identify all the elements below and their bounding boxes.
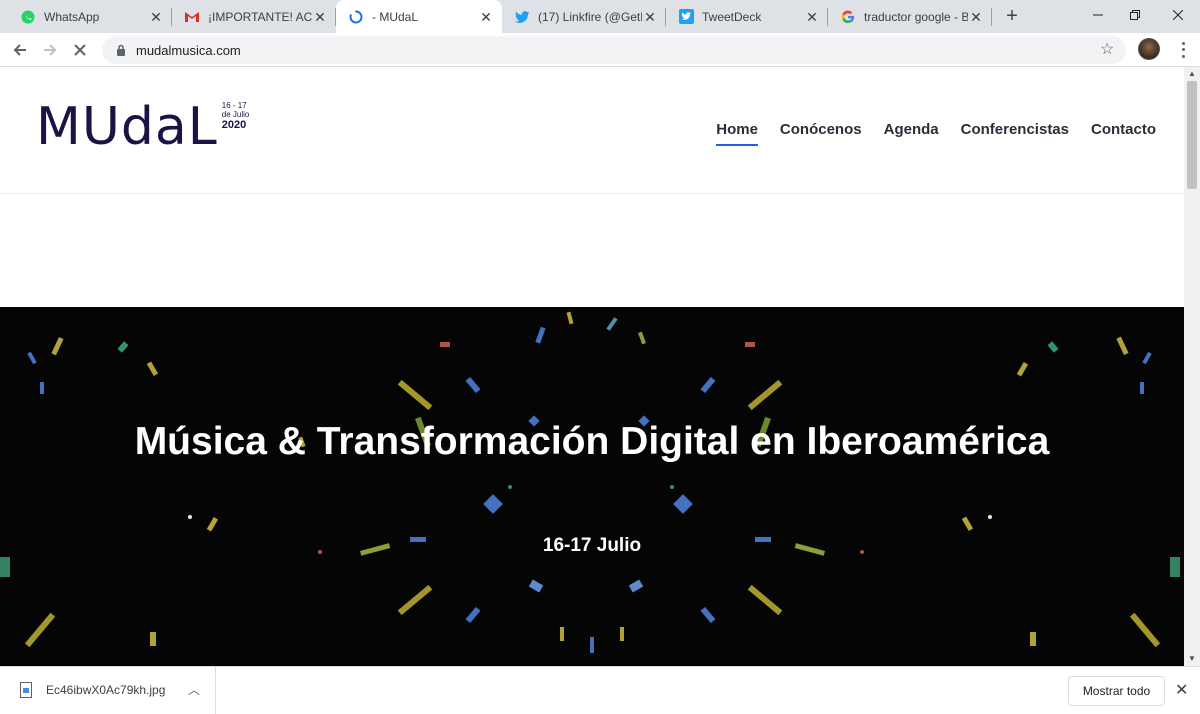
hero-date: 16-17 Julio <box>542 535 642 556</box>
logo-dates: 16 - 17 de Julio 2020 <box>222 101 250 131</box>
tab-strip: WhatsApp ✕ ¡IMPORTANTE! ACCE ✕ - MUdaL ✕… <box>0 0 1200 33</box>
back-arrow-icon <box>13 44 26 56</box>
tab-title: ¡IMPORTANTE! ACCE <box>208 9 312 24</box>
twitter-icon <box>514 9 530 25</box>
nav-conocenos[interactable]: Conócenos <box>780 121 862 146</box>
whatsapp-icon <box>20 9 36 25</box>
page-viewport: MUdaL 16 - 17 de Julio 2020 Home Conócen… <box>0 67 1184 666</box>
profile-avatar[interactable] <box>1138 38 1160 60</box>
url-text: mudalmusica.com <box>136 42 241 58</box>
forward-button[interactable] <box>38 38 62 62</box>
show-all-downloads-button[interactable]: Mostrar todo <box>1068 676 1165 706</box>
close-tab-icon[interactable]: ✕ <box>148 9 164 25</box>
download-item[interactable]: Ec46ibwX0Ac79kh.jpg ︿ <box>0 667 216 714</box>
main-nav: Home Conócenos Agenda Conferencistas Con… <box>716 121 1156 146</box>
download-bar: Ec46ibwX0Ac79kh.jpg ︿ Mostrar todo ✕ <box>0 666 1200 714</box>
address-bar[interactable]: mudalmusica.com ☆ <box>102 36 1126 64</box>
close-tab-icon[interactable]: ✕ <box>478 9 494 25</box>
tab-gmail[interactable]: ¡IMPORTANTE! ACCE ✕ <box>172 0 336 33</box>
tab-title: traductor google - B <box>864 9 968 24</box>
close-icon <box>1172 10 1183 20</box>
hero-banner: Música & Transformación Digital en Ibero… <box>0 307 1184 666</box>
download-file-name: Ec46ibwX0Ac79kh.jpg <box>46 683 166 697</box>
browser-toolbar: mudalmusica.com ☆ <box>0 33 1200 67</box>
back-button[interactable] <box>8 38 32 62</box>
scroll-down-icon[interactable]: ▼ <box>1187 654 1197 664</box>
kaleidoscope-background <box>0 311 1180 653</box>
tab-title: WhatsApp <box>44 9 100 24</box>
close-tab-icon[interactable]: ✕ <box>804 9 820 25</box>
tab-google-translate[interactable]: traductor google - B ✕ <box>828 0 992 33</box>
scroll-up-icon[interactable]: ▲ <box>1187 69 1197 79</box>
restore-icon <box>1129 10 1140 20</box>
gmail-icon <box>184 9 200 25</box>
nav-contacto[interactable]: Contacto <box>1091 121 1156 146</box>
close-tab-icon[interactable]: ✕ <box>642 9 658 25</box>
image-file-icon <box>20 682 32 698</box>
lock-icon <box>114 43 128 57</box>
close-tab-icon[interactable]: ✕ <box>312 9 328 25</box>
new-tab-button[interactable]: + <box>1001 6 1023 28</box>
mudal-logo[interactable]: MUdaL 16 - 17 de Julio 2020 <box>36 99 249 155</box>
tab-title: (17) Linkfire (@GetLi <box>538 9 642 24</box>
close-tab-icon[interactable]: ✕ <box>968 9 984 25</box>
stop-icon <box>74 44 86 56</box>
minimize-icon <box>1092 14 1103 16</box>
restore-button[interactable] <box>1112 0 1157 30</box>
bookmark-star-icon[interactable]: ☆ <box>1100 42 1116 58</box>
tab-whatsapp[interactable]: WhatsApp ✕ <box>8 0 172 33</box>
tab-linkfire[interactable]: (17) Linkfire (@GetLi ✕ <box>502 0 666 33</box>
browser-menu-icon[interactable] <box>1175 40 1191 60</box>
loading-spinner-icon <box>348 9 364 25</box>
tab-mudal[interactable]: - MUdaL ✕ <box>336 0 502 33</box>
close-window-button[interactable] <box>1155 0 1200 30</box>
site-header: MUdaL 16 - 17 de Julio 2020 Home Conócen… <box>0 67 1184 194</box>
scrollbar-thumb[interactable] <box>1187 81 1197 189</box>
stop-loading-button[interactable] <box>68 38 92 62</box>
hero-title: Música & Transformación Digital en Ibero… <box>134 420 1050 463</box>
chevron-up-icon[interactable]: ︿ <box>188 681 200 698</box>
nav-conferencistas[interactable]: Conferencistas <box>961 121 1069 146</box>
google-icon <box>840 9 856 25</box>
logo-year: 2020 <box>221 119 247 131</box>
page-scrollbar[interactable]: ▲ ▼ <box>1184 67 1200 666</box>
close-download-bar-icon[interactable]: ✕ <box>1175 680 1188 700</box>
logo-mark: MUdaL <box>36 97 218 157</box>
forward-arrow-icon <box>44 44 57 56</box>
tweetdeck-icon <box>678 9 694 25</box>
nav-home[interactable]: Home <box>716 121 758 146</box>
logo-date-line1: 16 - 17 <box>221 101 247 110</box>
tab-title: TweetDeck <box>702 9 762 24</box>
tab-tweetdeck[interactable]: TweetDeck ✕ <box>666 0 828 33</box>
nav-agenda[interactable]: Agenda <box>884 121 939 146</box>
tab-title: - MUdaL <box>372 9 419 24</box>
logo-date-line2: de Julio <box>221 110 250 119</box>
